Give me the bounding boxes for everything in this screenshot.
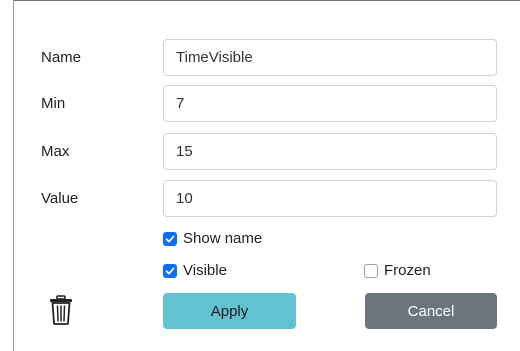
value-label: Value: [41, 190, 79, 207]
cancel-button[interactable]: Cancel: [365, 293, 497, 329]
visible-option[interactable]: Visible: [163, 262, 227, 279]
visible-label: Visible: [183, 262, 227, 279]
checkmark-icon: [165, 267, 175, 274]
frozen-label: Frozen: [384, 262, 431, 279]
apply-button[interactable]: Apply: [163, 293, 296, 329]
visible-checkbox[interactable]: [163, 263, 177, 278]
dialog-left-border: [13, 0, 14, 351]
show-name-label: Show name: [183, 230, 263, 247]
max-input[interactable]: [163, 133, 497, 170]
max-label: Max: [41, 143, 70, 160]
checkmark-icon: [165, 235, 175, 242]
name-input[interactable]: [163, 39, 497, 76]
value-input[interactable]: [163, 180, 497, 217]
edit-variable-dialog: Name Min Max Value Show name Visible Fro…: [0, 0, 520, 351]
name-label: Name: [41, 49, 82, 66]
trash-icon[interactable]: [49, 295, 73, 325]
frozen-checkbox[interactable]: [364, 263, 378, 278]
show-name-option[interactable]: Show name: [163, 230, 262, 247]
dialog-top-border: [13, 0, 520, 1]
show-name-checkbox[interactable]: [163, 231, 177, 246]
min-input[interactable]: [163, 85, 497, 122]
min-label: Min: [41, 95, 66, 112]
frozen-option[interactable]: Frozen: [364, 262, 431, 279]
